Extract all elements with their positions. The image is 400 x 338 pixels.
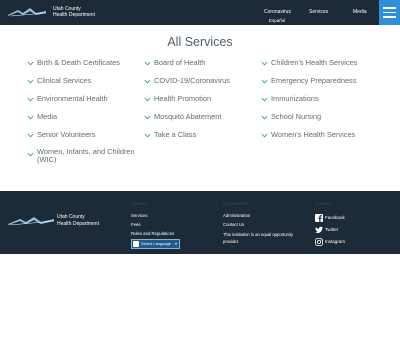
service-label: Immunizations xyxy=(271,94,319,103)
mountain-logo-icon[interactable] xyxy=(8,7,46,17)
hamburger-bar xyxy=(383,11,396,13)
chevron-down-icon xyxy=(144,115,151,120)
service-label: Take a Class xyxy=(154,130,197,139)
footer-logo-text[interactable]: Utah County Health Department xyxy=(57,214,99,228)
chevron-down-icon xyxy=(27,79,34,84)
chevron-down-icon xyxy=(261,97,268,102)
footer-link-rules[interactable]: Rules and Regulations xyxy=(131,231,174,237)
footer-link-administration[interactable]: Administration xyxy=(223,213,250,219)
language-select[interactable]: Select Language ▾ xyxy=(131,239,180,249)
social-twitter-link[interactable]: Twitter xyxy=(325,227,338,233)
service-label: Board of Health xyxy=(154,58,206,67)
service-label: Emergency Preparedness xyxy=(271,76,357,85)
equal-opportunity-note: This institution is an equal opportunity… xyxy=(223,232,294,244)
chevron-down-icon xyxy=(144,79,151,84)
service-label: Children's Health Services xyxy=(271,58,358,67)
service-label: Health Promotion xyxy=(154,94,212,103)
social-instagram-link[interactable]: Instagram xyxy=(325,239,345,245)
hamburger-icon[interactable] xyxy=(379,0,400,25)
service-label: COVID-19/Coronavirus xyxy=(154,76,230,85)
language-select-label: Select Language xyxy=(141,241,172,246)
service-label: Mosquito Abatement xyxy=(154,112,222,121)
chevron-down-icon xyxy=(144,61,151,66)
footer-link-services[interactable]: Services xyxy=(131,213,147,219)
page-title: All Services xyxy=(167,35,233,49)
social-facebook-link[interactable]: Facebook xyxy=(325,215,345,221)
nav-coronavirus[interactable]: Coronavirus xyxy=(264,9,291,15)
nav-espanol[interactable]: Español xyxy=(269,18,285,24)
chevron-down-icon xyxy=(27,61,34,66)
chevron-down-icon xyxy=(261,115,268,120)
nav-media[interactable]: Media xyxy=(353,9,367,15)
chevron-down-icon xyxy=(144,97,151,102)
chevron-down-icon xyxy=(144,133,151,138)
service-label: Women, Infants, and Children (WIC) xyxy=(37,147,135,164)
chevron-down-icon xyxy=(261,133,268,138)
footer-services-heading: Services xyxy=(131,201,149,206)
chevron-down-icon xyxy=(27,152,34,157)
footer-organization-heading: Organization xyxy=(223,201,249,206)
twitter-icon[interactable] xyxy=(315,226,323,234)
site-header: Utah County Health Department Coronaviru… xyxy=(0,0,400,25)
service-label: Environmental Health xyxy=(37,94,108,103)
footer-link-contact-us[interactable]: Contact Us xyxy=(223,222,244,228)
chevron-down-icon xyxy=(27,115,34,120)
footer-logo-line1: Utah County xyxy=(57,214,85,220)
service-label: School Nursing xyxy=(271,112,322,121)
chevron-down-icon xyxy=(27,133,34,138)
chevron-down-icon xyxy=(261,61,268,66)
service-label: Clinical Services xyxy=(37,76,92,85)
service-label: Media xyxy=(37,112,58,121)
header-logo-line2: Health Department xyxy=(53,12,95,18)
header-logo-text[interactable]: Utah County Health Department xyxy=(53,6,95,18)
service-label: Women's Health Services xyxy=(271,130,356,139)
footer-connect-heading: Connect xyxy=(315,201,332,206)
google-icon xyxy=(133,241,139,247)
facebook-icon[interactable] xyxy=(315,214,323,222)
mountain-logo-icon[interactable] xyxy=(8,216,54,226)
footer-logo-line2: Health Department xyxy=(57,221,99,227)
hamburger-bar xyxy=(383,7,396,9)
chevron-down-icon xyxy=(27,97,34,102)
chevron-down-icon: ▾ xyxy=(174,241,177,246)
service-label: Birth & Death Certificates xyxy=(37,58,120,67)
chevron-down-icon xyxy=(261,79,268,84)
footer-link-fees[interactable]: Fees xyxy=(131,222,141,228)
nav-services[interactable]: Services xyxy=(309,9,328,15)
service-label: Senior Volunteers xyxy=(37,130,96,139)
instagram-icon[interactable] xyxy=(315,238,323,246)
hamburger-bar xyxy=(383,16,396,18)
